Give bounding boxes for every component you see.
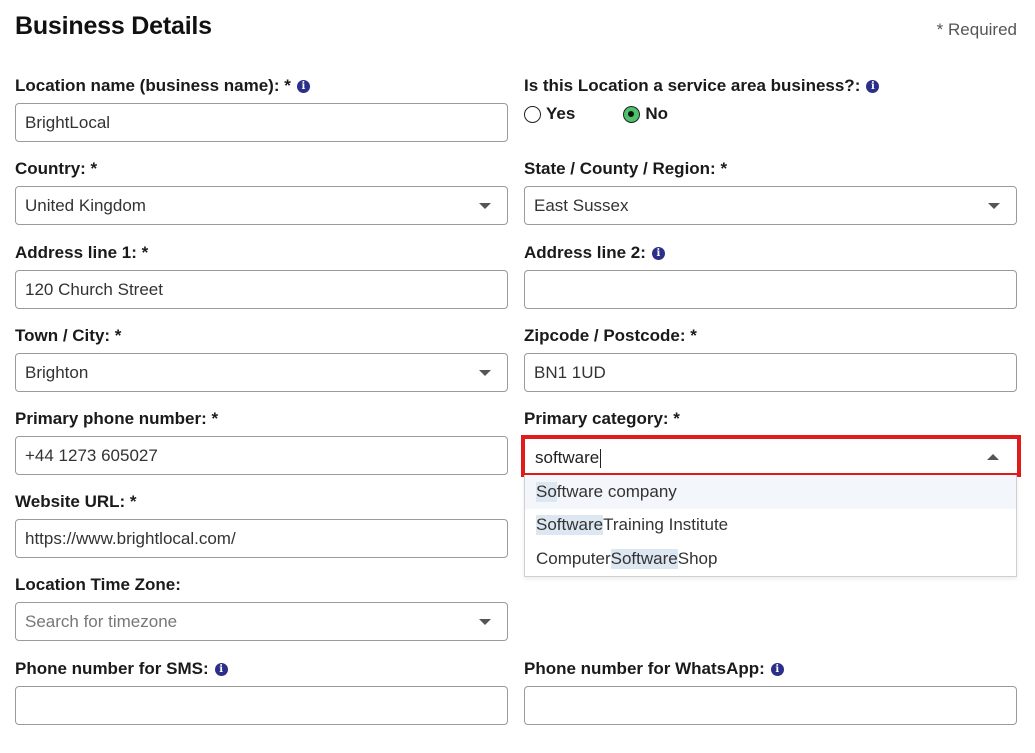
chevron-down-icon[interactable] [479, 203, 491, 209]
category-suggestions-list: So ftware company Software Training Insti… [524, 475, 1017, 577]
whatsapp-field: Phone number for WhatsApp: i [524, 658, 1017, 725]
phone-field: Primary phone number: * +44 1273 605027 [15, 408, 508, 475]
location-name-input[interactable]: BrightLocal [15, 103, 508, 142]
country-field: Country: * United Kingdom [15, 158, 508, 225]
zipcode-field: Zipcode / Postcode: * BN1 1UD [524, 325, 1017, 392]
service-area-no-radio[interactable]: No [623, 104, 668, 124]
category-field: Primary category: * [524, 408, 1017, 430]
website-label: Website URL: * [15, 492, 137, 511]
state-field: State / County / Region: * East Sussex [524, 158, 1017, 225]
zipcode-label: Zipcode / Postcode: * [524, 326, 697, 345]
info-icon[interactable]: i [770, 662, 784, 676]
whatsapp-label: Phone number for WhatsApp: [524, 659, 765, 678]
service-area-field: Is this Location a service area business… [524, 75, 1017, 123]
category-option[interactable]: Computer Software Shop [525, 542, 1016, 576]
info-icon[interactable]: i [296, 79, 310, 93]
whatsapp-input[interactable] [524, 686, 1017, 725]
info-icon[interactable]: i [651, 246, 665, 260]
chevron-down-icon[interactable] [479, 370, 491, 376]
chevron-down-icon[interactable] [479, 619, 491, 625]
zipcode-input[interactable]: BN1 1UD [524, 353, 1017, 392]
text-caret [600, 449, 602, 469]
service-area-yes-radio[interactable]: Yes [524, 104, 575, 124]
phone-input[interactable]: +44 1273 605027 [15, 436, 508, 475]
town-label: Town / City: * [15, 326, 122, 345]
state-select[interactable]: East Sussex [524, 186, 1017, 225]
info-icon[interactable]: i [866, 79, 880, 93]
address1-field: Address line 1: * 120 Church Street [15, 242, 508, 309]
sms-label: Phone number for SMS: [15, 659, 209, 678]
chevron-up-icon[interactable] [987, 454, 999, 460]
required-note: * Required [936, 20, 1017, 39]
timezone-label: Location Time Zone: [15, 575, 181, 594]
service-area-label: Is this Location a service area business… [524, 76, 861, 95]
town-select[interactable]: Brighton [15, 353, 508, 392]
sms-field: Phone number for SMS: i [15, 658, 508, 725]
phone-label: Primary phone number: * [15, 409, 219, 428]
page-title: Business Details [15, 12, 212, 40]
website-input[interactable]: https://www.brightlocal.com/ [15, 519, 508, 558]
radio-unchecked-icon[interactable] [524, 105, 541, 123]
category-option[interactable]: So ftware company [525, 475, 1016, 509]
timezone-field: Location Time Zone: Search for timezone [15, 574, 508, 641]
sms-input[interactable] [15, 686, 508, 725]
radio-checked-icon[interactable] [623, 105, 641, 123]
address1-label: Address line 1: * [15, 243, 149, 262]
country-label: Country: * [15, 159, 98, 178]
website-field: Website URL: * https://www.brightlocal.c… [15, 491, 508, 558]
info-icon[interactable]: i [214, 662, 228, 676]
address1-input[interactable]: 120 Church Street [15, 270, 508, 309]
country-select[interactable]: United Kingdom [15, 186, 508, 225]
category-search-input[interactable]: software [521, 435, 1021, 477]
location-name-field: Location name (business name): * i Bright… [15, 75, 508, 142]
address2-input[interactable] [524, 270, 1017, 309]
location-name-label: Location name (business name): * [15, 76, 291, 95]
timezone-select[interactable]: Search for timezone [15, 602, 508, 641]
category-label: Primary category: * [524, 409, 680, 428]
address2-label: Address line 2: [524, 243, 646, 262]
category-option[interactable]: Software Training Institute [525, 509, 1016, 543]
address2-field: Address line 2: i [524, 242, 1017, 309]
town-field: Town / City: * Brighton [15, 325, 508, 392]
state-label: State / County / Region: * [524, 159, 728, 178]
chevron-down-icon[interactable] [988, 203, 1000, 209]
